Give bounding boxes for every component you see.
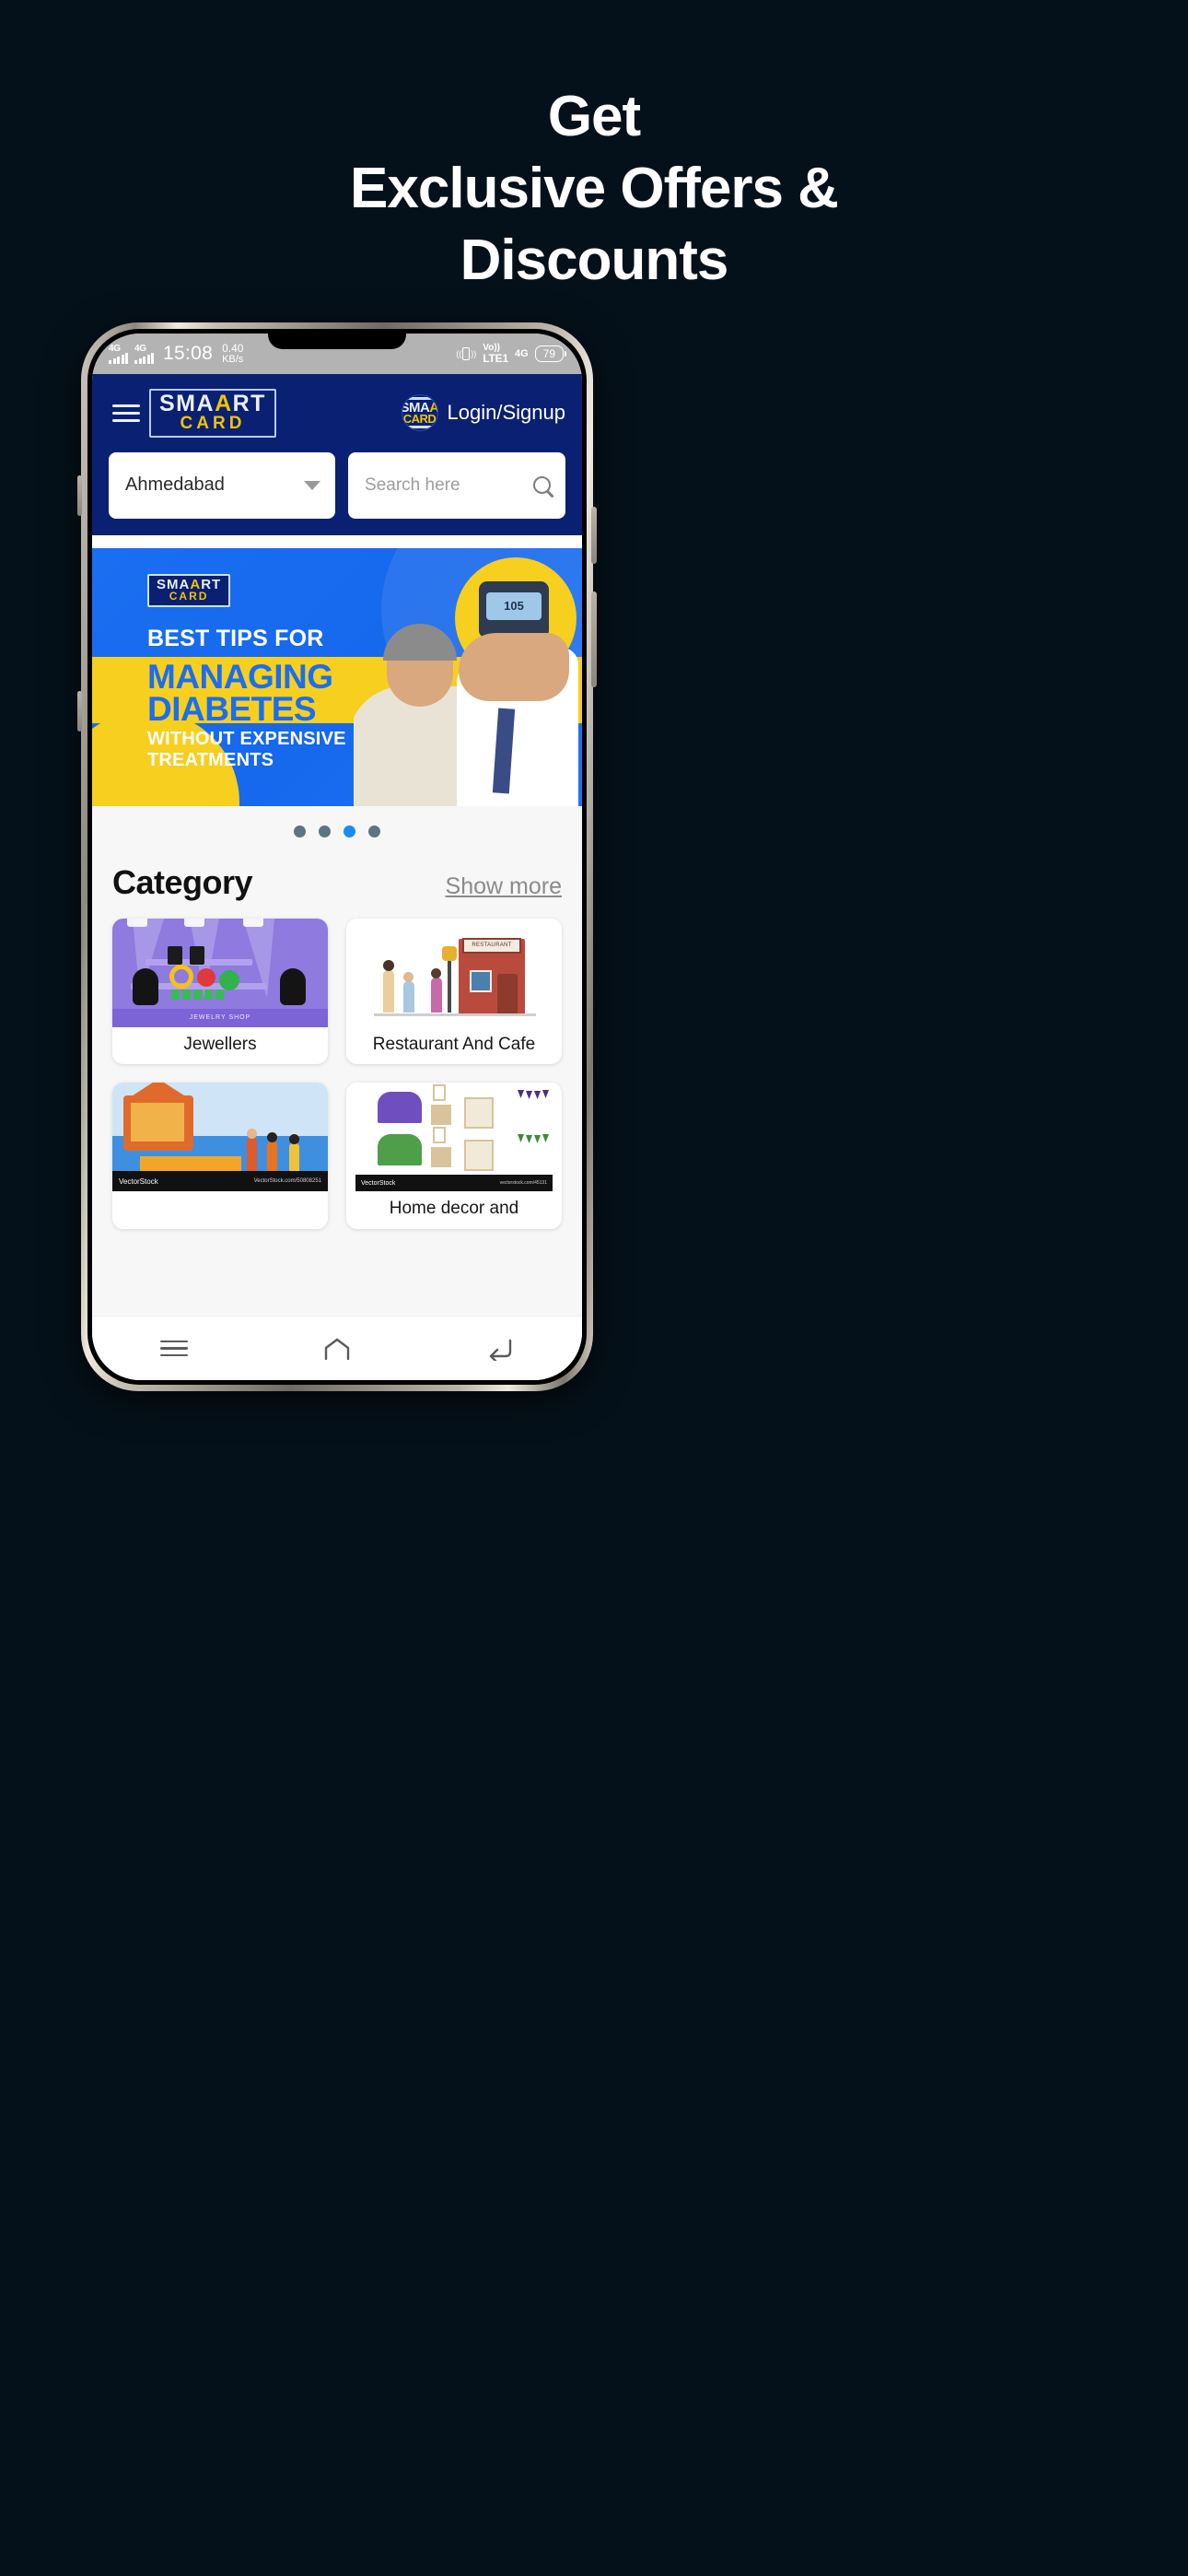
bunting-icon bbox=[518, 1134, 549, 1144]
home-watermark-right: vectorstock.com/45131 bbox=[499, 1180, 547, 1187]
banner-subtitle-1: WITHOUT EXPENSIVE bbox=[147, 728, 346, 749]
carousel-pagination[interactable] bbox=[92, 805, 582, 858]
app-logo-line2: CARD bbox=[180, 413, 246, 433]
banner-title-1: BEST TIPS FOR bbox=[147, 625, 324, 651]
chevron-down-icon bbox=[304, 480, 321, 490]
promo-line-1: Get bbox=[547, 85, 641, 148]
data-speed-indicator: 0.40 KB/s bbox=[222, 343, 243, 364]
category-grid: JEWELRY SHOP Jewellers RESTAURANT Restau bbox=[92, 902, 582, 1229]
phone-mockup: 4G 4G 15:08 0.40 KB/s (()) Vo)) LTE1 4G … bbox=[77, 322, 597, 1391]
kids-watermark-left: VectorStock bbox=[119, 1177, 158, 1186]
status-bar-right: (()) Vo)) LTE1 4G 79 bbox=[456, 344, 567, 365]
left-button-lower[interactable] bbox=[77, 691, 82, 732]
left-button-upper[interactable] bbox=[77, 475, 82, 516]
banner-subtitle: WITHOUT EXPENSIVE TREATMENTS bbox=[147, 729, 346, 772]
carousel-dot-3[interactable] bbox=[344, 825, 355, 838]
home-decor-watermark: VectorStock vectorstock.com/45131 bbox=[355, 1175, 553, 1192]
phone-screen: 4G 4G 15:08 0.40 KB/s (()) Vo)) LTE1 4G … bbox=[92, 334, 582, 1380]
battery-indicator: 79 bbox=[534, 345, 567, 362]
jewellers-illustration: JEWELRY SHOP bbox=[112, 918, 328, 1027]
banner-subtitle-2: TREATMENTS bbox=[147, 750, 274, 771]
banner-title-diabetes: DIABETES bbox=[147, 690, 317, 729]
banner-logo-line2: CARD bbox=[169, 589, 209, 603]
power-button[interactable] bbox=[591, 591, 597, 687]
category-card-label: Home decor and bbox=[389, 1199, 519, 1219]
logo-part-sma: SMA bbox=[159, 391, 215, 416]
search-placeholder: Search here bbox=[365, 474, 460, 495]
signal-icon-sim2: 4G bbox=[134, 343, 154, 364]
network-label-right: 4G bbox=[514, 348, 529, 359]
app-logo-line1: SMAART bbox=[159, 391, 266, 416]
camera-notch bbox=[268, 329, 406, 349]
status-bar-left: 4G 4G 15:08 0.40 KB/s bbox=[109, 343, 243, 365]
app-header: SMAART CARD SMAA CARD Login/Signup bbox=[92, 374, 582, 535]
carousel-dot-4[interactable] bbox=[368, 825, 380, 838]
network-label-sim2: 4G bbox=[134, 343, 146, 354]
volte-bottom-label: LTE1 bbox=[483, 352, 508, 365]
city-selector[interactable]: Ahmedabad bbox=[109, 451, 336, 519]
carousel-dot-1[interactable] bbox=[294, 825, 306, 838]
search-input[interactable]: Search here bbox=[348, 451, 565, 519]
phone-bezel: 4G 4G 15:08 0.40 KB/s (()) Vo)) LTE1 4G … bbox=[87, 329, 587, 1385]
city-selector-value: Ahmedabad bbox=[125, 474, 225, 496]
status-bar-clock: 15:08 bbox=[163, 343, 214, 364]
banner-title-2: MANAGING DIABETES bbox=[147, 657, 333, 729]
header-top-row: SMAART CARD SMAA CARD Login/Signup bbox=[109, 389, 565, 438]
promo-line-3: Discounts bbox=[460, 228, 729, 292]
kids-illustration: VectorStock VectorStock.com/50808251 bbox=[112, 1083, 328, 1192]
carousel-dot-2[interactable] bbox=[319, 825, 331, 838]
android-nav-bar bbox=[92, 1316, 582, 1380]
logo-part-rt: RT bbox=[232, 391, 266, 416]
network-label-sim1: 4G bbox=[109, 343, 121, 354]
category-card-label: Restaurant And Cafe bbox=[372, 1034, 536, 1054]
app-content: 105 SMAART CARD BEST TIPS FOR MANAGING D… bbox=[92, 534, 582, 1316]
recent-apps-icon[interactable] bbox=[159, 1340, 188, 1357]
logo-part-a: A bbox=[215, 391, 233, 416]
back-icon[interactable] bbox=[486, 1337, 514, 1361]
banner-logo: SMAART CARD bbox=[147, 573, 231, 607]
category-card-label: Jewellers bbox=[183, 1034, 257, 1054]
signal-icon-sim1: 4G bbox=[109, 343, 128, 364]
data-speed-unit: KB/s bbox=[222, 353, 244, 365]
category-card-home-decor[interactable]: VectorStock vectorstock.com/45131 Home d… bbox=[346, 1083, 562, 1229]
home-decor-illustration: VectorStock vectorstock.com/45131 bbox=[346, 1083, 562, 1192]
volte-icon: Vo)) LTE1 bbox=[483, 344, 508, 365]
category-card-kids[interactable]: VectorStock VectorStock.com/50808251 bbox=[112, 1083, 328, 1229]
login-signup-button[interactable]: SMAA CARD Login/Signup bbox=[401, 394, 565, 432]
login-signup-label: Login/Signup bbox=[447, 401, 565, 425]
promo-line-2: Exclusive Offers & bbox=[350, 157, 839, 220]
jewellers-image-caption: JEWELRY SHOP bbox=[112, 1008, 328, 1027]
category-header: Category Show more bbox=[92, 858, 582, 902]
content-spacer bbox=[92, 534, 582, 548]
app-logo[interactable]: SMAART CARD bbox=[149, 389, 276, 438]
category-card-restaurant[interactable]: RESTAURANT Restaurant And Cafe bbox=[346, 918, 562, 1065]
home-watermark-left: VectorStock bbox=[361, 1179, 396, 1187]
banner-photo: 105 bbox=[354, 548, 582, 806]
avatar: SMAA CARD bbox=[401, 394, 438, 432]
category-card-label bbox=[112, 1191, 328, 1228]
kids-watermark: VectorStock VectorStock.com/50808251 bbox=[112, 1171, 328, 1192]
avatar-logo-line2: CARD bbox=[402, 412, 437, 427]
category-title: Category bbox=[112, 862, 253, 901]
volume-button[interactable] bbox=[591, 507, 597, 564]
home-icon[interactable] bbox=[323, 1337, 351, 1361]
restaurant-illustration: RESTAURANT bbox=[346, 918, 562, 1027]
header-search-row: Ahmedabad Search here bbox=[109, 451, 565, 519]
show-more-link[interactable]: Show more bbox=[446, 873, 562, 900]
search-icon[interactable] bbox=[533, 476, 551, 495]
promo-headline: Get Exclusive Offers & Discounts bbox=[0, 88, 1188, 304]
category-card-jewellers[interactable]: JEWELRY SHOP Jewellers bbox=[112, 918, 328, 1065]
hamburger-icon[interactable] bbox=[112, 404, 140, 422]
bunting-icon bbox=[518, 1090, 549, 1100]
vibrate-icon: (()) bbox=[456, 347, 476, 360]
kids-watermark-right: VectorStock.com/50808251 bbox=[253, 1178, 321, 1185]
restaurant-sign-text: RESTAURANT bbox=[462, 937, 521, 954]
promo-banner[interactable]: 105 SMAART CARD BEST TIPS FOR MANAGING D… bbox=[92, 547, 582, 806]
glucometer-reading: 105 bbox=[486, 591, 542, 620]
banner-title-managing: MANAGING bbox=[147, 657, 333, 696]
